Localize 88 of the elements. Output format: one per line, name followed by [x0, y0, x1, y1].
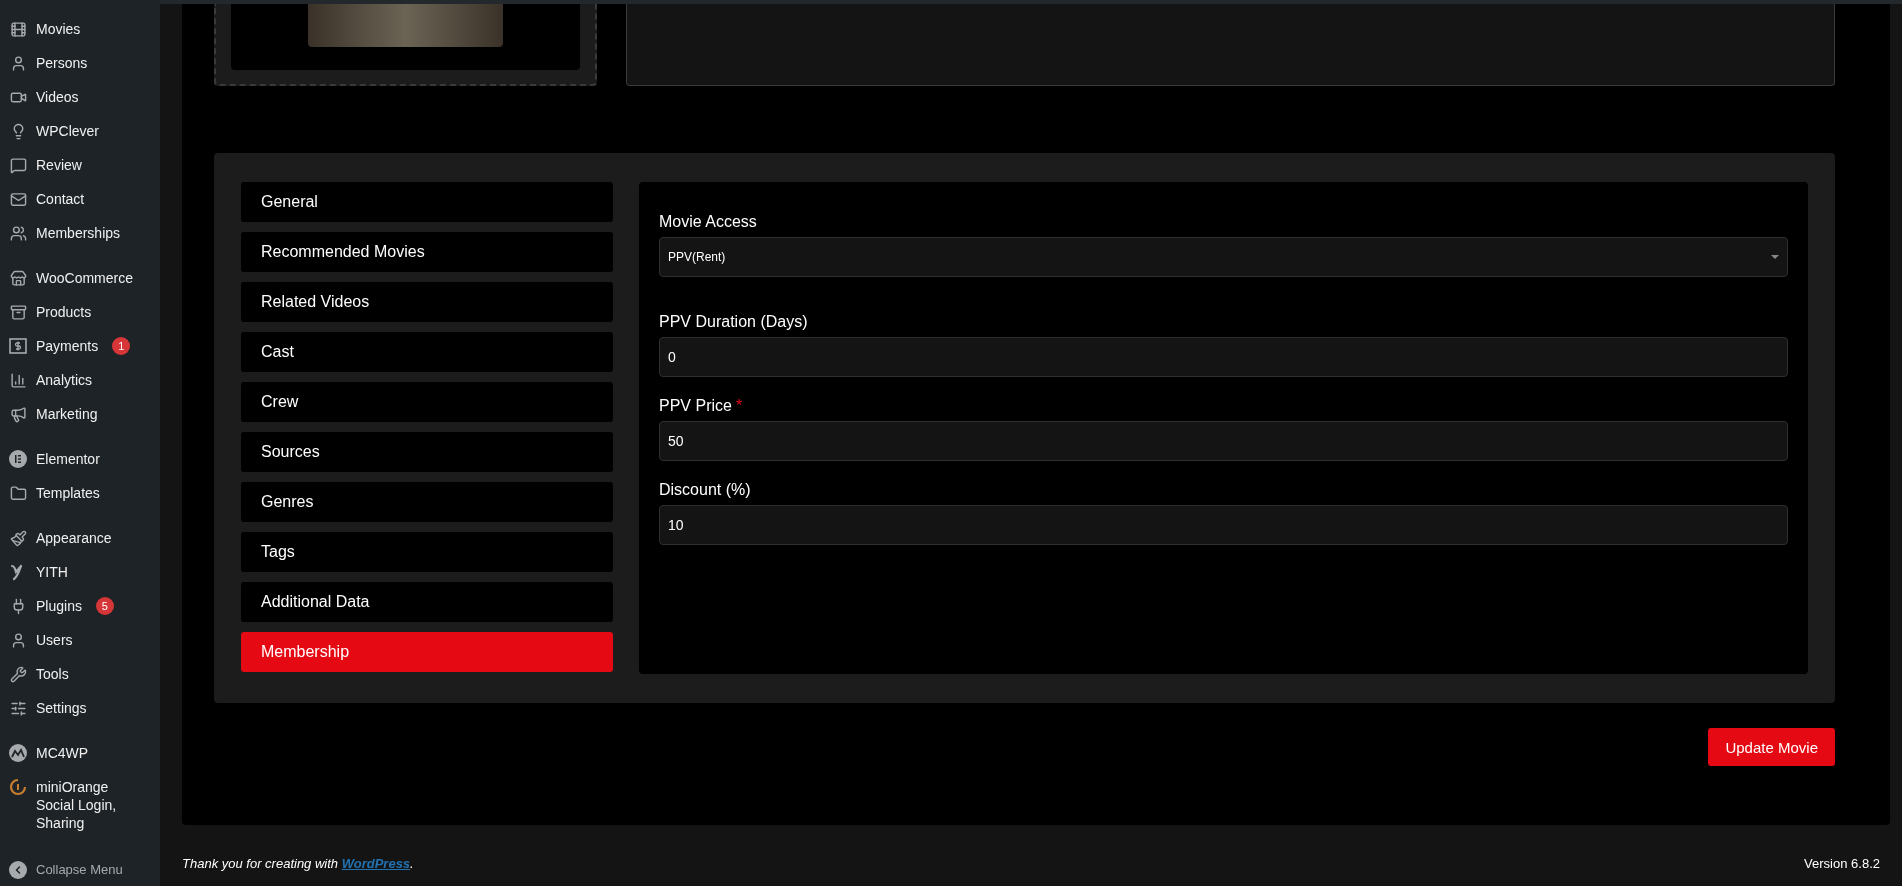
update-movie-button[interactable]: Update Movie [1708, 728, 1835, 766]
sidebar-item[interactable]: Elementor [0, 442, 160, 476]
count-badge: 1 [112, 337, 131, 355]
field-label: PPV Duration (Days) [659, 313, 809, 331]
tab[interactable]: Tags [241, 532, 613, 572]
sidebar-item-label: Review [36, 156, 82, 174]
group-icon [9, 224, 27, 242]
tab[interactable]: Membership [241, 632, 613, 672]
access-dropdown[interactable]: PPV(Rent) [659, 237, 1788, 277]
sidebar-item-label: miniOrange Social Login, Sharing [36, 778, 118, 832]
sidebar-item-label: Analytics [36, 371, 93, 389]
sidebar-item[interactable]: Persons [0, 46, 160, 80]
sidebar-item[interactable]: miniOrange Social Login, Sharing [0, 770, 160, 840]
tab[interactable]: Cast [241, 332, 613, 372]
tab[interactable]: Sources [241, 432, 613, 472]
sidebar-item[interactable]: Templates [0, 476, 160, 510]
tab[interactable]: Additional Data [241, 582, 613, 622]
store-icon [9, 269, 27, 287]
version-text: Version 6.8.2 [1804, 856, 1880, 871]
tab[interactable]: Recommended Movies [241, 232, 613, 272]
sidebar-item[interactable]: Tools [0, 657, 160, 691]
sidebar-item-label: MC4WP [36, 744, 89, 762]
sidebar-item-label: Payments [36, 337, 99, 355]
collapse-icon [9, 861, 27, 879]
sidebar-item-label: Settings [36, 699, 87, 717]
tab[interactable]: Crew [241, 382, 613, 422]
sidebar-item-label: Memberships [36, 224, 121, 242]
dollar-icon [9, 338, 27, 354]
elementor-icon [9, 450, 27, 468]
sidebar-item-label: Tools [36, 665, 69, 683]
tab[interactable]: Related Videos [241, 282, 613, 322]
sidebar-item-label: Marketing [36, 405, 98, 423]
mountain-logo-icon [9, 744, 27, 762]
ring-icon [9, 778, 27, 796]
sidebar-item-label: Templates [36, 484, 100, 502]
sidebar-item-label: Users [36, 631, 73, 649]
input-field[interactable]: 50 [659, 421, 1788, 461]
comment-icon [9, 156, 27, 174]
required-mark: * [735, 397, 743, 414]
sidebar-item[interactable]: MC4WP [0, 736, 160, 770]
sidebar-item-label: Persons [36, 54, 88, 72]
sidebar-item[interactable]: Contact [0, 182, 160, 216]
sidebar-item[interactable]: Review [0, 148, 160, 182]
settings-icon [9, 699, 27, 717]
archive-icon [9, 303, 27, 321]
sidebar-item[interactable]: Movies [0, 12, 160, 46]
sidebar-item[interactable]: WPClever [0, 114, 160, 148]
sidebar-item[interactable]: WooCommerce [0, 261, 160, 295]
sidebar-item-label: Products [36, 303, 92, 321]
sidebar-item-label: Elementor [36, 450, 100, 468]
sidebar-item-label: WooCommerce [36, 269, 133, 287]
field-label: Discount (%) [659, 481, 752, 499]
sidebar-item[interactable]: Users [0, 623, 160, 657]
caret-icon [1771, 255, 1779, 259]
sidebar-item[interactable]: Plugins 5 [0, 589, 160, 623]
folder-icon [9, 484, 27, 502]
sidebar-item[interactable]: Analytics [0, 363, 160, 397]
sidebar-item-label: Plugins [36, 597, 82, 615]
sidebar-item[interactable]: Memberships [0, 216, 160, 250]
sidebar-item-label: Appearance [36, 529, 112, 547]
sidebar-item[interactable]: Products [0, 295, 160, 329]
field-label: PPV Price * [659, 397, 744, 415]
paintbrush-icon [9, 529, 27, 547]
sidebar-item[interactable]: YITH [0, 555, 160, 589]
mail-icon [9, 190, 27, 208]
input-field[interactable]: 10 [659, 505, 1788, 545]
sidebar-item[interactable]: Videos [0, 80, 160, 114]
film-icon [9, 20, 27, 38]
sidebar-item[interactable]: Appearance [0, 521, 160, 555]
field-label: Movie Access [659, 213, 758, 231]
sidebar-item[interactable]: Marketing [0, 397, 160, 431]
tab[interactable]: General [241, 182, 613, 222]
sidebar-item-label: Movies [36, 20, 81, 38]
count-badge: 5 [95, 597, 114, 615]
poster-dropzone[interactable] [214, 4, 597, 86]
sidebar-item-label: YITH [36, 563, 68, 581]
bar-chart-icon [9, 371, 27, 389]
sidebar-item-label: Contact [36, 190, 85, 208]
footer-credit: Thank you for creating with WordPress. [182, 856, 414, 871]
sidebar-item-label: WPClever [36, 122, 99, 140]
wrench-icon [9, 665, 27, 683]
sidebar-item[interactable]: Payments 1 [0, 329, 160, 363]
megaphone-icon [9, 405, 27, 423]
input-field[interactable]: 0 [659, 337, 1788, 377]
tab[interactable]: Genres [241, 482, 613, 522]
sidebar-item-label: Videos [36, 88, 79, 106]
collapse-menu-button[interactable]: Collapse Menu [0, 853, 160, 886]
sidebar-item[interactable]: Settings [0, 691, 160, 725]
